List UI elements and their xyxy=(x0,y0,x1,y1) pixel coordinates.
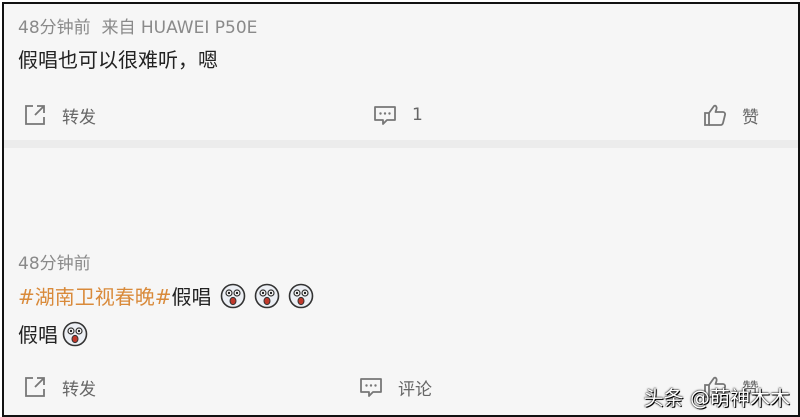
feed-frame: 48分钟前 来自 HUAWEI P50E 假唱也可以很难听，嗯 转发 1 赞 4… xyxy=(2,2,800,417)
post-text-line: 假唱 xyxy=(18,319,88,348)
comment-icon xyxy=(360,378,382,397)
post-text: #湖南卫视春晚# 假唱 xyxy=(18,281,314,310)
post-source: 来自 HUAWEI P50E xyxy=(101,18,258,38)
like-label: 赞 xyxy=(742,107,759,128)
post-text-body: 假唱 xyxy=(171,285,212,309)
repost-button[interactable]: 转发 xyxy=(22,372,96,402)
comment-button[interactable]: 1 xyxy=(372,100,423,130)
repost-label: 转发 xyxy=(62,107,96,128)
post-actions: 转发 1 赞 xyxy=(4,100,798,130)
post-text-body: 假唱 xyxy=(18,323,58,347)
repost-button[interactable]: 转发 xyxy=(22,100,96,130)
post-time: 48分钟前 xyxy=(18,18,91,38)
like-button[interactable]: 赞 xyxy=(702,100,759,130)
shocked-face-emoji-icon xyxy=(220,283,245,308)
share-icon xyxy=(25,105,45,125)
share-icon xyxy=(25,377,45,397)
thumbs-up-icon xyxy=(704,104,727,126)
repost-label: 转发 xyxy=(62,379,96,400)
post-text: 假唱也可以很难听，嗯 xyxy=(18,48,218,72)
shocked-face-emoji-icon xyxy=(288,283,313,308)
shocked-face-emoji-icon xyxy=(254,283,279,308)
post-card: 48分钟前 来自 HUAWEI P50E 假唱也可以很难听，嗯 转发 1 赞 xyxy=(4,4,798,140)
shocked-face-emoji-icon xyxy=(62,321,88,346)
post-meta: 48分钟前 来自 HUAWEI P50E xyxy=(18,13,257,38)
comment-icon xyxy=(374,106,396,125)
comment-count: 1 xyxy=(412,105,423,125)
comment-button[interactable]: 评论 xyxy=(358,372,432,402)
hashtag-link[interactable]: #湖南卫视春晚# xyxy=(18,281,172,310)
watermark: 头条 @萌神木木 xyxy=(643,386,790,410)
comment-label: 评论 xyxy=(398,379,432,400)
post-time: 48分钟前 xyxy=(18,254,91,274)
post-divider xyxy=(4,140,798,148)
